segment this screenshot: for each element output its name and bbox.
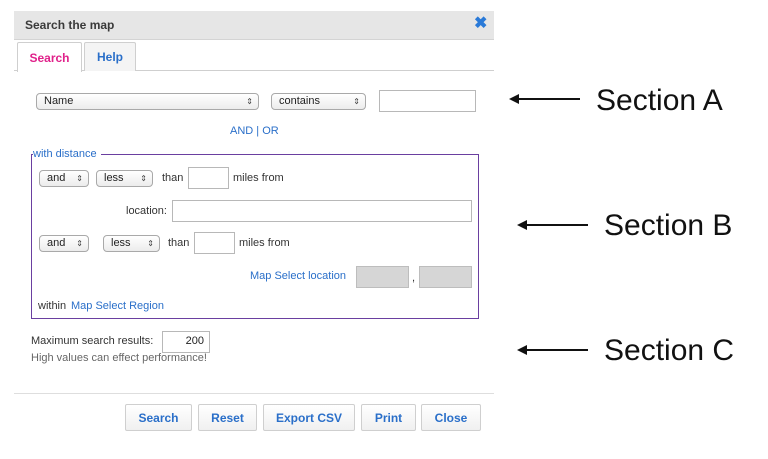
arrow-b-line [526,224,588,226]
coord-separator: , [412,272,416,284]
map-select-region-link[interactable]: Map Select Region [71,300,164,312]
miles-from-label-1: miles from [233,172,284,184]
map-select-location-link[interactable]: Map Select location [250,270,346,282]
comparator-select-2[interactable]: less ⇕ [103,235,160,252]
max-results-label: Maximum search results: [31,335,154,347]
updown-arrows-icon: ⇕ [140,174,147,183]
print-button[interactable]: Print [361,404,416,431]
updown-arrows-icon: ⇕ [76,174,83,183]
longitude-field [419,266,472,288]
and-or-link[interactable]: AND | OR [230,125,279,137]
within-label: within [38,300,67,312]
logic-select-1-value: and [47,172,66,184]
miles-input-1[interactable] [188,167,229,189]
reset-button[interactable]: Reset [198,404,257,431]
comparator-select-1[interactable]: less ⇕ [96,170,153,187]
miles-input-2[interactable] [194,232,235,254]
search-button[interactable]: Search [125,404,192,431]
location-label: location: [126,205,167,217]
than-label-1: than [162,172,184,184]
annotation-section-c: Section C [604,334,735,367]
operator-select-value: contains [279,95,320,107]
search-value-input[interactable] [379,90,476,112]
annotation-section-a: Section A [596,84,723,117]
location-input[interactable] [172,200,472,222]
logic-select-2[interactable]: and ⇕ [39,235,89,252]
close-icon[interactable]: ✖ [474,15,487,33]
annotation-section-b: Section B [604,209,733,242]
distance-legend: with distance [33,148,97,160]
footer-divider [14,393,494,394]
field-select-value: Name [44,95,74,107]
logic-select-1[interactable]: and ⇕ [39,170,89,187]
updown-arrows-icon: ⇕ [353,97,360,106]
miles-from-label-2: miles from [239,237,290,249]
close-button[interactable]: Close [421,404,481,431]
updown-arrows-icon: ⇕ [147,239,154,248]
than-label-2: than [168,237,190,249]
updown-arrows-icon: ⇕ [246,97,253,106]
export-csv-button[interactable]: Export CSV [263,404,355,431]
latitude-field [356,266,409,288]
comparator-select-1-value: less [104,172,124,184]
performance-note: High values can effect performance! [31,352,207,364]
tab-help[interactable]: Help [84,42,136,71]
arrow-a-line [518,98,580,100]
logic-select-2-value: and [47,237,66,249]
tab-search[interactable]: Search [17,42,82,72]
updown-arrows-icon: ⇕ [76,239,83,248]
dialog-title: Search the map [25,18,115,32]
operator-select[interactable]: contains ⇕ [271,93,366,110]
comparator-select-2-value: less [111,237,131,249]
max-results-input[interactable]: 200 [162,331,210,353]
field-select[interactable]: Name ⇕ [36,93,259,110]
arrow-c-line [526,349,588,351]
